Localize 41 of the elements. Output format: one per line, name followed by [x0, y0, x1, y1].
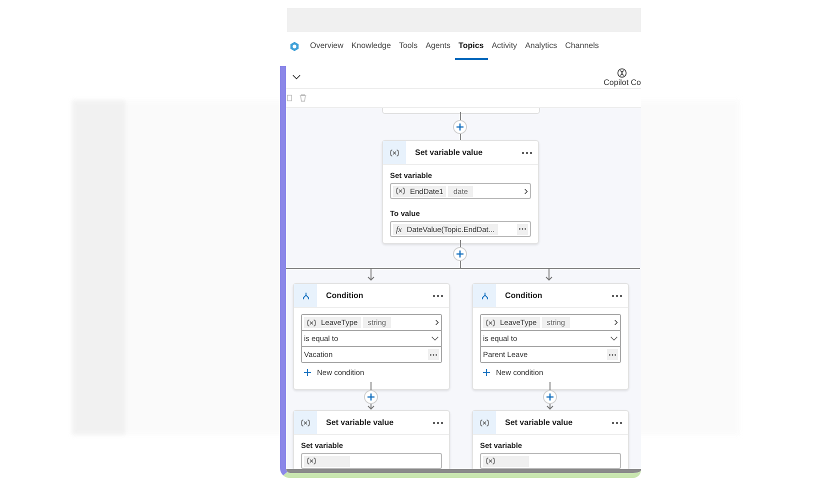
nav-tab[interactable]: Activity: [488, 32, 522, 60]
node-title: Set variable value: [326, 418, 395, 427]
node-title: Set variable value: [505, 418, 574, 427]
chevron-down-icon: [610, 336, 618, 341]
variable-icon: [307, 318, 316, 326]
variable-icon: [307, 457, 316, 465]
node-title: Set variable value: [415, 148, 484, 157]
add-node-button[interactable]: [453, 247, 467, 261]
copilot-icon: [617, 68, 628, 78]
chevron-down-icon: [431, 336, 439, 341]
chevron-right-icon: [435, 319, 439, 326]
plus-icon: [483, 369, 490, 376]
nav-tab[interactable]: Knowledge: [347, 32, 395, 60]
nav-tab[interactable]: Channels: [561, 32, 603, 60]
nav-tab[interactable]: Overview: [306, 32, 348, 60]
nav-tab[interactable]: Agents: [422, 32, 455, 60]
variable-icon: [486, 318, 495, 326]
add-node-button[interactable]: [543, 390, 557, 404]
horizontal-scrollbar[interactable]: [286, 469, 641, 473]
variable-icon: [390, 148, 399, 156]
connector-arrow: [367, 268, 375, 281]
chevron-right-icon: [524, 188, 528, 194]
nav-tab[interactable]: Tools: [394, 32, 422, 60]
node-title: Condition: [505, 291, 544, 300]
variable-icon: [301, 418, 310, 426]
variable-icon: [480, 418, 489, 426]
nav-tab[interactable]: Analytics: [521, 32, 562, 60]
branch-icon: [302, 292, 310, 300]
add-node-button[interactable]: [453, 120, 467, 134]
variable-icon: [486, 457, 495, 465]
chevron-right-icon: [614, 319, 618, 326]
plus-icon: [304, 369, 311, 376]
connector-arrow: [545, 268, 553, 281]
variable-icon: [396, 187, 405, 195]
add-node-button[interactable]: [364, 390, 378, 404]
nav-tab[interactable]: Topics: [454, 32, 488, 60]
copilot-label[interactable]: Copilot Co: [604, 78, 641, 86]
branch-icon: [480, 292, 488, 300]
function-icon: fx: [396, 224, 402, 234]
node-title: Condition: [326, 291, 364, 300]
chevron-down-icon[interactable]: [292, 74, 301, 80]
